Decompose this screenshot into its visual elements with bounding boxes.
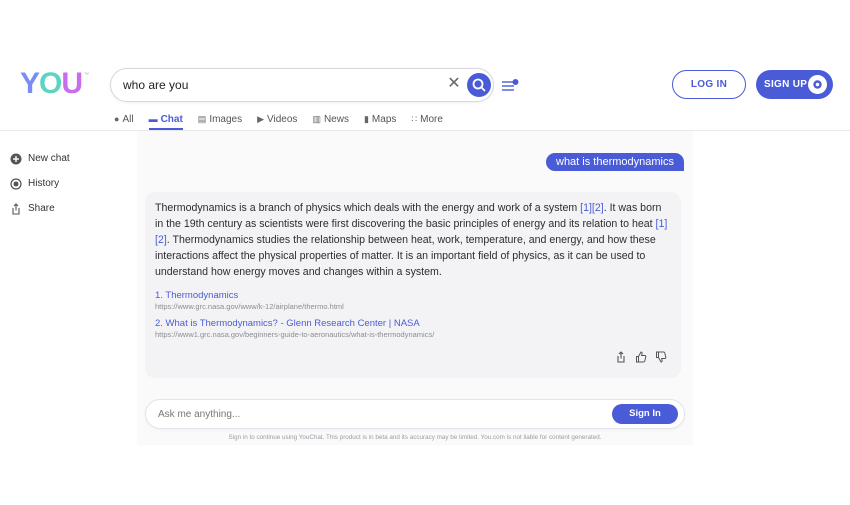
chat-icon: ▬ [148, 114, 158, 124]
source-title[interactable]: 2. What is Thermodynamics? - Glenn Resea… [155, 318, 434, 329]
tab-videos[interactable]: ▶ Videos [257, 110, 297, 128]
plus-circle-icon [10, 153, 22, 165]
news-icon: ▥ [312, 113, 321, 124]
disclaimer-text: Sign in to continue using YouChat. This … [228, 434, 602, 441]
search-button[interactable] [467, 73, 491, 97]
thumbs-down-icon[interactable] [655, 350, 667, 363]
tab-all[interactable]: ● All [114, 110, 134, 128]
tab-images[interactable]: ▤ Images [198, 110, 242, 128]
ask-input[interactable] [158, 406, 578, 422]
source-item[interactable]: 2. What is Thermodynamics? - Glenn Resea… [155, 318, 434, 339]
history-icon [10, 177, 22, 190]
share-icon[interactable] [615, 350, 627, 363]
grid-dots-icon: ∷ [411, 113, 418, 124]
source-item[interactable]: 1. Thermodynamics https://www.grc.nasa.g… [155, 290, 344, 311]
clear-icon[interactable]: ✕ [445, 75, 463, 93]
tab-more[interactable]: ∷ More [411, 110, 443, 128]
images-icon: ▤ [197, 113, 207, 124]
tab-maps[interactable]: ▮ Maps [364, 110, 396, 128]
sidebar-item-history[interactable]: History [10, 171, 130, 196]
thumbs-up-icon[interactable] [635, 350, 647, 363]
answer-actions [615, 350, 667, 363]
signup-button[interactable]: SIGN UP [756, 70, 833, 99]
you-logo[interactable]: Y O U ™ [20, 67, 89, 100]
login-button[interactable]: LOG IN [672, 70, 746, 99]
play-icon: ▶ [257, 113, 265, 124]
signup-label: SIGN UP [764, 79, 808, 90]
assistant-answer-card: Thermodynamics is a branch of physics wh… [145, 192, 681, 378]
user-message: what is thermodynamics [546, 153, 684, 171]
sidebar: New chat History Share [10, 146, 130, 221]
sidebar-item-new-chat[interactable]: New chat [10, 146, 130, 171]
vertical-tabs: ● All ▬ Chat ▤ Images ▶ Videos ▥ News ▮ Maps ∷… [114, 110, 443, 130]
search-icon [472, 78, 486, 92]
source-url: https://www1.grc.nasa.gov/beginners-guid… [155, 330, 435, 339]
filters-icon[interactable] [501, 78, 519, 92]
share-icon [10, 202, 22, 215]
top-bar: YOU™ ✕ LOG IN SIGN UP ●All ▬Chat ▤Images [0, 0, 850, 131]
search-input[interactable] [123, 75, 433, 95]
sidebar-item-share[interactable]: Share [10, 196, 130, 221]
tab-news[interactable]: ▥ News [312, 110, 349, 128]
search-icon: ● [114, 114, 120, 124]
source-url: https://www.grc.nasa.gov/www/k-12/airpla… [155, 302, 344, 311]
sign-in-button[interactable]: Sign In [612, 404, 678, 424]
chat-composer: Sign In [145, 399, 685, 429]
citation-link[interactable]: [1][2] [580, 202, 604, 214]
map-icon: ▮ [363, 113, 369, 124]
gear-icon [808, 75, 827, 94]
search-bar: ✕ [110, 68, 494, 102]
answer-text: Thermodynamics is a branch of physics wh… [155, 202, 668, 278]
source-title[interactable]: 1. Thermodynamics [155, 290, 344, 301]
tab-chat[interactable]: ▬ Chat [148, 110, 183, 130]
